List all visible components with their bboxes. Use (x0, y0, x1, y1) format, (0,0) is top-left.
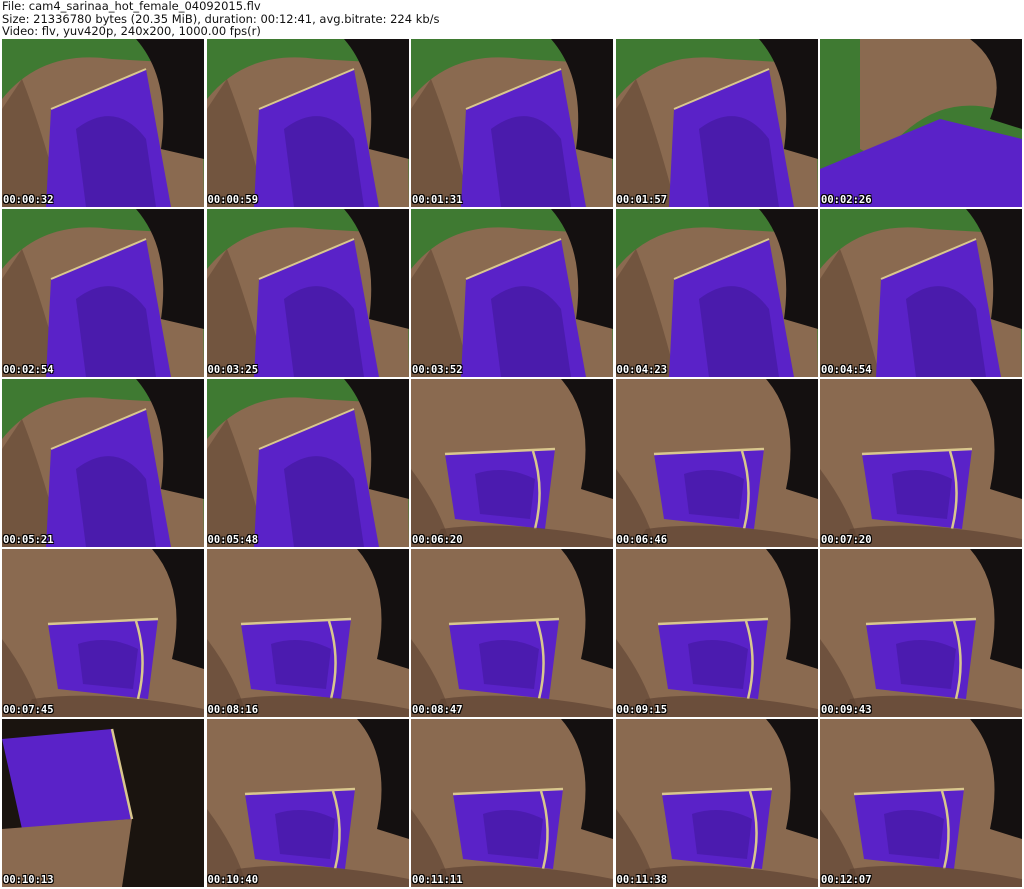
thumbnail-frame-image (206, 549, 409, 717)
video-thumbnail: 00:09:15 (615, 549, 818, 717)
thumbnail-frame-image (615, 549, 818, 717)
video-thumbnail: 00:10:13 (2, 719, 204, 887)
thumbnail-timestamp: 00:11:38 (616, 874, 668, 886)
thumbnail-timestamp: 00:06:20 (412, 534, 463, 546)
thumbnail-timestamp: 00:09:43 (821, 704, 872, 716)
thumbnail-timestamp: 00:04:23 (616, 364, 668, 376)
video-thumbnail: 00:03:52 (411, 209, 613, 377)
video-thumbnail: 00:07:45 (2, 549, 204, 717)
thumbnail-frame-image (2, 379, 204, 547)
thumbnail-timestamp: 00:05:48 (207, 534, 259, 546)
thumbnail-timestamp: 00:03:52 (412, 364, 463, 376)
thumbnail-timestamp: 00:05:21 (3, 534, 54, 546)
thumbnail-frame-image (820, 719, 1022, 887)
thumbnail-timestamp: 00:07:45 (3, 704, 54, 716)
video-thumbnail: 00:06:20 (411, 379, 613, 547)
video-thumbnail: 00:02:26 (820, 39, 1022, 207)
video-thumbnail: 00:04:54 (820, 209, 1022, 377)
video-thumbnail: 00:00:59 (206, 39, 409, 207)
thumbnail-frame-image (411, 719, 613, 887)
video-thumbnail: 00:06:46 (615, 379, 818, 547)
thumbnail-timestamp: 00:01:57 (616, 194, 668, 206)
thumbnail-frame-image (411, 549, 613, 717)
thumbnail-grid: 00:00:32 00:00:59 00:01:31 00:01:57 00:02:26… (2, 39, 1022, 887)
thumbnail-timestamp: 00:03:25 (207, 364, 259, 376)
thumbnail-frame-image (206, 39, 409, 207)
thumbnail-frame-image (820, 549, 1022, 717)
thumbnail-frame-image (615, 209, 818, 377)
thumbnail-timestamp: 00:01:31 (412, 194, 463, 206)
thumbnail-frame-image (206, 379, 409, 547)
video-thumbnail: 00:11:11 (411, 719, 613, 887)
thumbnail-timestamp: 00:06:46 (616, 534, 668, 546)
thumbnail-frame-image (206, 209, 409, 377)
thumbnail-timestamp: 00:10:13 (3, 874, 54, 886)
thumbnail-timestamp: 00:09:15 (616, 704, 668, 716)
thumbnail-frame-image (2, 209, 204, 377)
thumbnail-timestamp: 00:00:32 (3, 194, 54, 206)
thumbnail-timestamp: 00:12:07 (821, 874, 872, 886)
thumbnail-frame-image (2, 39, 204, 207)
thumbnail-timestamp: 00:08:16 (207, 704, 259, 716)
video-thumbnail: 00:08:16 (206, 549, 409, 717)
thumbnail-timestamp: 00:02:26 (821, 194, 872, 206)
video-thumbnail: 00:04:23 (615, 209, 818, 377)
thumbnail-frame-image (2, 549, 204, 717)
thumbnail-frame-image (411, 379, 613, 547)
video-thumbnail: 00:05:48 (206, 379, 409, 547)
thumbnail-timestamp: 00:02:54 (3, 364, 54, 376)
video-thumbnail: 00:12:07 (820, 719, 1022, 887)
video-thumbnail: 00:01:57 (615, 39, 818, 207)
thumbnail-frame-image (820, 209, 1022, 377)
thumbnail-frame-image (820, 39, 1022, 207)
video-thumbnail: 00:00:32 (2, 39, 204, 207)
video-thumbnail: 00:07:20 (820, 379, 1022, 547)
video-thumbnail: 00:11:38 (615, 719, 818, 887)
thumbnail-frame-image (411, 209, 613, 377)
video-thumbnail: 00:03:25 (206, 209, 409, 377)
video-thumbnail: 00:09:43 (820, 549, 1022, 717)
thumbnail-timestamp: 00:04:54 (821, 364, 872, 376)
file-info-header: File: cam4_sarinaa_hot_female_04092015.f… (2, 0, 1022, 38)
video-info-line: Video: flv, yuv420p, 240x200, 1000.00 fp… (2, 24, 261, 38)
video-thumbnail: 00:05:21 (2, 379, 204, 547)
thumbnail-frame-image (615, 379, 818, 547)
video-thumbnail: 00:08:47 (411, 549, 613, 717)
thumbnail-timestamp: 00:00:59 (207, 194, 259, 206)
thumbnail-frame-image (820, 379, 1022, 547)
thumbnail-timestamp: 00:08:47 (412, 704, 463, 716)
video-thumbnail: 00:02:54 (2, 209, 204, 377)
thumbnail-timestamp: 00:07:20 (821, 534, 872, 546)
thumbnail-frame-image (411, 39, 613, 207)
thumbnail-timestamp: 00:11:11 (412, 874, 463, 886)
thumbnail-frame-image (2, 719, 204, 887)
video-thumbnail: 00:01:31 (411, 39, 613, 207)
thumbnail-frame-image (615, 719, 818, 887)
video-thumbnail: 00:10:40 (206, 719, 409, 887)
file-name-line: File: cam4_sarinaa_hot_female_04092015.f… (2, 0, 261, 13)
thumbnail-timestamp: 00:10:40 (207, 874, 259, 886)
thumbnail-frame-image (206, 719, 409, 887)
thumbnail-frame-image (615, 39, 818, 207)
